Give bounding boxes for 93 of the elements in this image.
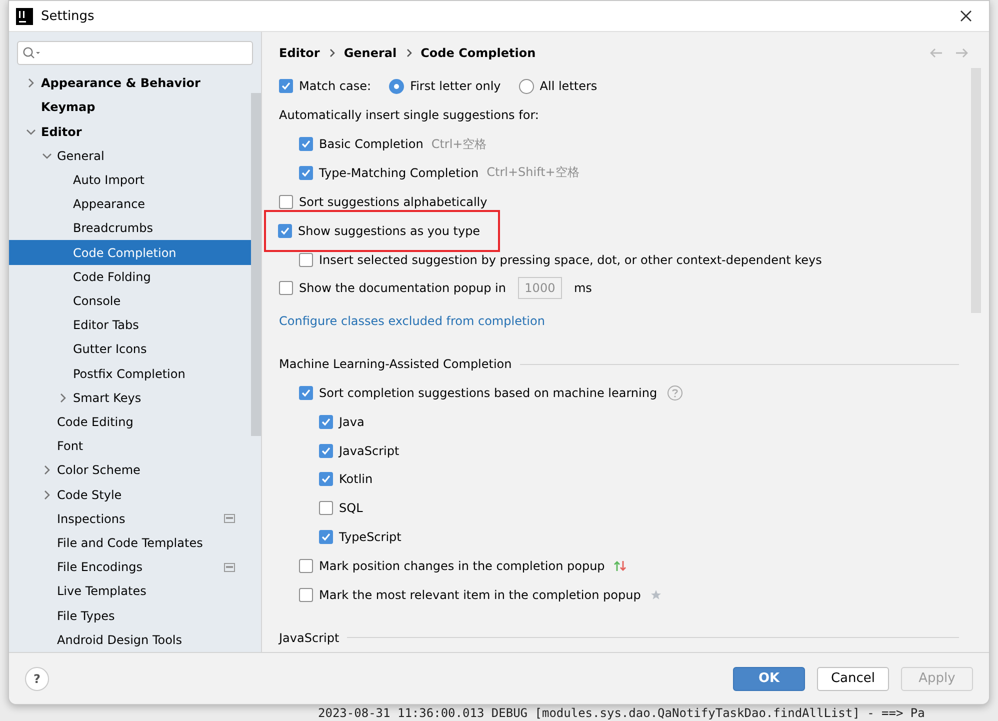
chevron-icon (328, 48, 336, 58)
shortcut-hint: Ctrl+Shift+空格 (486, 164, 580, 182)
checkmark-icon (321, 446, 331, 456)
option-label: Show suggestions as you type (298, 224, 480, 238)
checkmark-icon (321, 532, 331, 542)
tree-item[interactable]: Code Style (9, 482, 251, 507)
help-icon[interactable] (667, 384, 684, 401)
option-label: SQL (339, 501, 363, 516)
checkbox[interactable] (299, 252, 313, 267)
option-label: Kotlin (339, 472, 373, 486)
option-label: Insert selected suggestion by pressing space, dot, or other context-dependent keys (319, 252, 822, 267)
breadcrumb[interactable]: Editor (279, 46, 320, 60)
option-label: JavaScript (339, 444, 400, 458)
checkmark-icon (301, 388, 311, 398)
option-label: Java (339, 414, 364, 429)
radio-label: All letters (540, 79, 598, 94)
option-label: Sort completion suggestions based on machine learning (319, 386, 658, 400)
tree-item[interactable]: Code Completion (9, 240, 251, 265)
checkmark-icon (281, 81, 291, 92)
tree-item[interactable]: Editor Tabs (9, 313, 251, 338)
tree-item[interactable]: Keymap (9, 95, 251, 120)
checkbox[interactable] (319, 444, 333, 458)
tree-item[interactable]: Code Editing (9, 410, 251, 434)
checkbox[interactable] (299, 588, 313, 602)
up-down-arrows-icon (612, 558, 627, 573)
breadcrumb[interactable]: Code Completion (420, 46, 536, 60)
option-label: Basic Completion (319, 137, 424, 152)
section-title: Machine Learning-Assisted Completion (279, 357, 512, 372)
checkbox[interactable] (279, 281, 293, 296)
shortcut-hint: Ctrl+空格 (431, 136, 487, 153)
tree-item[interactable]: General (9, 144, 251, 168)
search-field[interactable] (17, 41, 253, 65)
dialog-button[interactable]: Cancel (817, 666, 889, 690)
option-label: Mark position changes in the completion popup (319, 558, 605, 573)
tree-item[interactable]: Android Design Tools (9, 628, 251, 652)
tree-item[interactable]: File Encodings (9, 555, 251, 580)
tree-item[interactable]: File and Code Templates (9, 530, 251, 556)
tree-item[interactable]: Color Scheme (9, 458, 251, 482)
tree-item[interactable]: Appearance & Behavior (9, 71, 251, 96)
tree-item[interactable]: Font (9, 434, 251, 458)
back-forward-arrows-icon[interactable] (929, 46, 969, 60)
checkbox[interactable] (319, 472, 333, 486)
checkbox[interactable] (299, 137, 313, 152)
checkbox[interactable] (299, 386, 313, 400)
option-label: Mark the most relevant item in the completion popup (319, 588, 641, 602)
tree-item[interactable]: Gutter Icons (9, 337, 251, 362)
tree-item[interactable]: Smart Keys (9, 386, 251, 410)
checkbox[interactable] (279, 79, 293, 94)
tree-item[interactable]: Postfix Completion (9, 361, 251, 386)
app-logo-icon (16, 8, 33, 24)
tree-item[interactable]: Editor (9, 119, 251, 144)
option-label: Match case: (299, 79, 372, 94)
checkbox[interactable] (319, 501, 333, 516)
tree-item[interactable]: Console (9, 288, 251, 314)
checkbox[interactable] (279, 194, 293, 209)
checkbox[interactable] (319, 414, 333, 429)
breadcrumb[interactable]: General (344, 46, 397, 60)
radio-button[interactable] (518, 78, 534, 94)
tree-item[interactable]: File Types (9, 603, 251, 628)
tree-item[interactable]: Live Templates (9, 579, 251, 604)
option-label: Sort suggestions alphabetically (299, 194, 488, 209)
unit-label: ms (574, 281, 592, 296)
search-icon (22, 46, 42, 60)
checkbox[interactable] (299, 166, 313, 180)
radio-label: First letter only (410, 79, 501, 94)
option-label: Show the documentation popup in (299, 281, 506, 296)
tree-item[interactable]: Auto Import (9, 168, 251, 192)
checkmark-icon (301, 139, 311, 150)
dialog-button[interactable]: OK (733, 666, 805, 690)
checkmark-icon (301, 168, 311, 178)
close-icon[interactable] (959, 9, 973, 23)
checkmark-icon (280, 226, 290, 236)
configure-link[interactable]: Configure classes excluded from completion (279, 314, 545, 328)
help-button[interactable]: ? (25, 666, 49, 690)
tree-item[interactable]: Inspections (9, 506, 251, 531)
chevron-icon (404, 48, 413, 58)
checkmark-icon (321, 474, 331, 484)
star-icon (648, 588, 663, 602)
checkbox[interactable] (319, 530, 333, 544)
checkbox[interactable] (299, 558, 313, 573)
section-title: JavaScript (279, 630, 340, 645)
scrollbar[interactable] (251, 93, 261, 436)
radio-button[interactable] (389, 78, 404, 94)
window-title: Settings (41, 8, 96, 24)
tree-item[interactable]: Code Folding (9, 264, 251, 289)
checkbox[interactable] (278, 224, 292, 238)
log-line: 2023-08-31 11:36:00.013 DEBUG [modules.sys.dao.QaNotifyTaskDao.findAllList] - ==> Pa (318, 706, 925, 720)
option-label: Type-Matching Completion (319, 166, 479, 180)
group-heading: Automatically insert single suggestions for: (279, 108, 539, 122)
tree-item[interactable]: Breadcrumbs (9, 216, 251, 240)
tree-item[interactable]: Appearance (9, 192, 251, 216)
option-label: TypeScript (339, 530, 402, 544)
checkmark-icon (321, 416, 331, 427)
